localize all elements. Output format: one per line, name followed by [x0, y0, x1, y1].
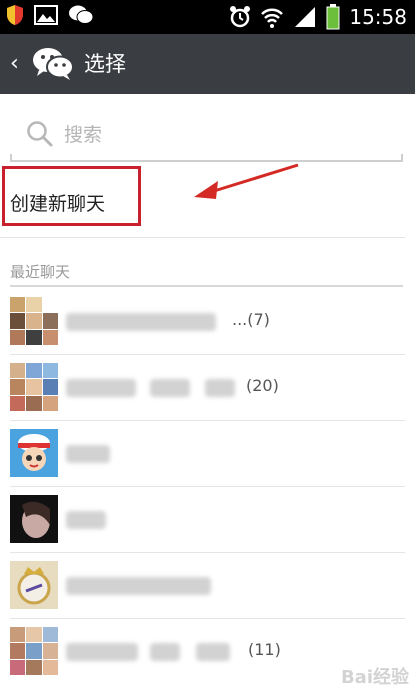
- alarm-icon: [230, 6, 251, 28]
- chat-list-item[interactable]: [0, 553, 405, 619]
- wechat-notify-icon: [69, 5, 94, 24]
- picture-icon: [34, 5, 58, 25]
- recent-chats-header: 最近聊天: [10, 263, 71, 281]
- watermark: Bai经验: [340, 667, 409, 688]
- shield-icon: [7, 5, 23, 25]
- blurred-chat-name: [150, 643, 180, 661]
- search-input[interactable]: [64, 120, 384, 150]
- status-bar: 15:58: [0, 0, 415, 34]
- annotation-arrow-icon: [194, 163, 299, 199]
- member-count: (20): [246, 376, 279, 395]
- annotation-highlight-box: [2, 166, 141, 226]
- signal-icon: [295, 7, 316, 27]
- group-avatar: [10, 627, 58, 675]
- clock-time: 15:58: [349, 5, 407, 29]
- member-count: ...(7): [232, 310, 270, 329]
- blurred-chat-name: [196, 643, 230, 661]
- search-bar[interactable]: [10, 112, 403, 162]
- page-title: 选择: [84, 52, 126, 76]
- blurred-chat-name: [66, 643, 138, 661]
- battery-icon: [326, 4, 340, 30]
- blurred-chat-name: [66, 379, 136, 397]
- wifi-icon: [261, 8, 284, 28]
- group-avatar: [10, 363, 58, 411]
- chat-list-item[interactable]: ...(7): [0, 289, 405, 355]
- chat-list-item[interactable]: (20): [0, 355, 405, 421]
- real-madrid-avatar: [10, 561, 58, 609]
- section-divider: [10, 285, 403, 287]
- cartoon-avatar: [10, 429, 58, 477]
- photo-avatar: [10, 495, 58, 543]
- blurred-chat-name: [66, 511, 106, 529]
- member-count: (11): [248, 640, 281, 659]
- title-bar: ‹ 选择: [0, 34, 415, 94]
- blurred-chat-name: [205, 379, 235, 397]
- search-icon: [27, 121, 53, 147]
- blurred-chat-name: [66, 445, 110, 463]
- group-avatar: [10, 297, 58, 345]
- blurred-chat-name: [66, 313, 216, 331]
- blurred-chat-name: [66, 577, 211, 595]
- chat-list-item[interactable]: [0, 487, 405, 553]
- back-button[interactable]: ‹: [10, 50, 19, 78]
- chat-list-item[interactable]: [0, 421, 405, 487]
- blurred-chat-name: [150, 379, 190, 397]
- wechat-logo-icon[interactable]: [32, 46, 74, 82]
